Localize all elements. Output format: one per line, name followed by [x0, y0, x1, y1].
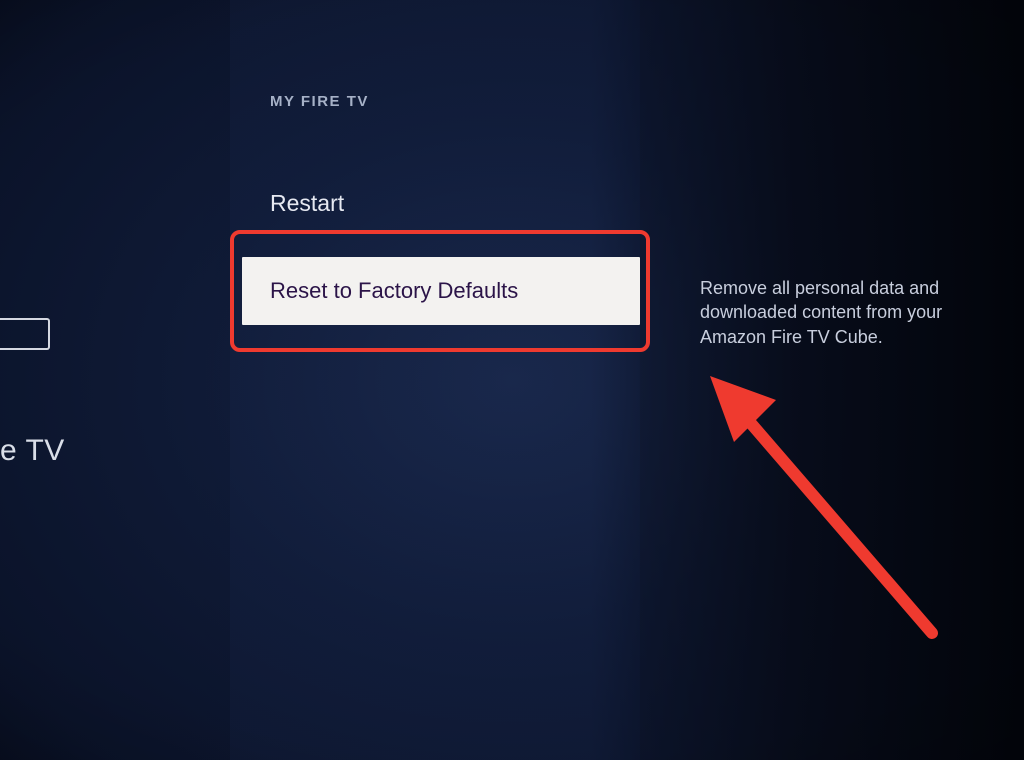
fire-tv-settings-screen: e TV MY FIRE TV Restart Reset to Factory… — [0, 0, 1024, 760]
option-reset-to-factory-defaults[interactable]: Reset to Factory Defaults — [242, 257, 640, 325]
left-nav-column: e TV — [0, 0, 230, 760]
section-heading: MY FIRE TV — [270, 93, 369, 110]
settings-options-column: MY FIRE TV Restart Reset to Factory Defa… — [230, 0, 640, 760]
sidebar-item-my-fire-tv-partial[interactable]: e TV — [0, 434, 65, 468]
option-restart[interactable]: Restart — [270, 190, 344, 217]
description-panel: Remove all personal data and downloaded … — [640, 0, 1024, 760]
option-description-text: Remove all personal data and downloaded … — [700, 276, 1000, 349]
left-selection-indicator — [0, 318, 50, 350]
